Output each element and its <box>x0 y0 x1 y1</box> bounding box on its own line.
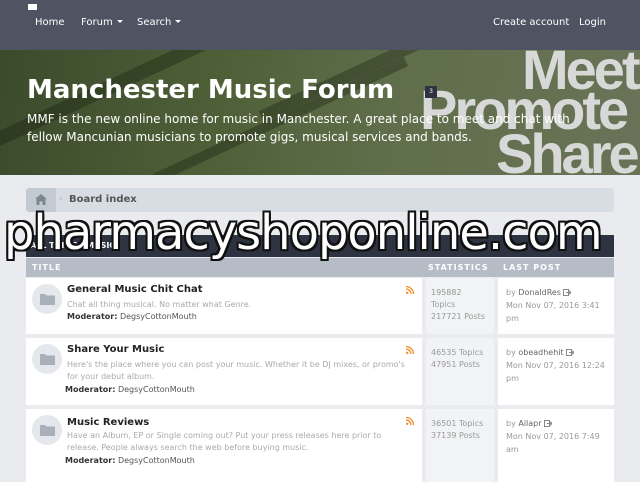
hero-banner: Meet Promote Share Manchester Music Foru… <box>0 50 640 175</box>
folder-icon <box>40 354 55 365</box>
column-last-post: LAST POST <box>503 263 562 272</box>
folder-icon <box>40 294 55 305</box>
caret-down-icon <box>175 20 182 23</box>
last-post-author: by DonaldRes <box>506 286 571 299</box>
last-post-author: by obeadhehit <box>506 346 574 359</box>
logo-icon[interactable] <box>28 4 37 10</box>
create-account-link[interactable]: Create account <box>493 17 569 28</box>
forum-row: General Music Chit Chat Chat all thing m… <box>26 278 614 334</box>
forum-description: Have an Album, EP or Single coming out? … <box>67 431 382 452</box>
topics-count: 195882 <box>431 288 462 297</box>
forum-main-cell: Music Reviews Have an Album, EP or Singl… <box>26 409 422 482</box>
moderator-link[interactable]: DegsyCottonMouth <box>118 456 195 465</box>
forum-row: Share Your Music Here's the place where … <box>26 338 614 405</box>
goto-last-post-icon[interactable] <box>543 420 552 427</box>
hero-badge: 3 <box>425 86 437 98</box>
top-navbar: Home Forum Search Create account Login <box>0 0 640 50</box>
nav-search-label: Search <box>137 17 172 28</box>
moderator-link[interactable]: DegsyCottonMouth <box>120 312 197 321</box>
moderator-label: Moderator: <box>65 385 116 394</box>
forum-title-link[interactable]: Music Reviews <box>67 417 149 428</box>
rss-feed-icon[interactable] <box>406 417 414 425</box>
nav-forum-label: Forum <box>81 17 113 28</box>
forum-title-link[interactable]: Share Your Music <box>67 344 164 355</box>
forum-read-icon <box>32 344 62 374</box>
topics-count: 36501 Topics <box>431 419 484 428</box>
moderator-label: Moderator: <box>65 456 116 465</box>
forum-description: Here's the place where you can post your… <box>67 360 405 381</box>
forum-read-icon <box>32 284 62 314</box>
posts-count: 37139 Posts <box>431 431 480 440</box>
forum-last-post-cell: by Ailapr Mon Nov 07, 2016 7:49 am <box>498 409 614 482</box>
forum-stats-cell: 36501 Topics 37139 Posts <box>426 409 494 482</box>
forum-moderator: Moderator: DegsyCottonMouth <box>65 456 195 465</box>
last-post-author: by Ailapr <box>506 417 552 430</box>
last-post-user-link[interactable]: Ailapr <box>518 419 541 428</box>
forum-moderator: Moderator: DegsyCottonMouth <box>67 312 197 321</box>
rss-feed-icon[interactable] <box>406 286 414 294</box>
forum-title-link[interactable]: General Music Chit Chat <box>67 284 202 295</box>
nav-forum-dropdown[interactable]: Forum <box>81 17 123 28</box>
column-statistics: STATISTICS <box>428 263 489 272</box>
home-icon <box>35 194 47 205</box>
topics-label: Topics <box>431 300 456 309</box>
forum-read-icon <box>32 415 62 445</box>
posts-count: 217721 Posts <box>431 312 485 321</box>
last-post-user-link[interactable]: DonaldRes <box>518 288 561 297</box>
moderator-label: Moderator: <box>67 312 118 321</box>
rss-feed-icon[interactable] <box>406 346 414 354</box>
watermark-text: pharmacyshoponline.com <box>4 205 603 261</box>
forum-description: Chat all thing musical. No matter what G… <box>67 300 252 309</box>
forum-main-cell: Share Your Music Here's the place where … <box>26 338 422 405</box>
topics-count: 46535 Topics <box>431 348 484 357</box>
caret-down-icon <box>116 20 123 23</box>
last-post-date: Mon Nov 07, 2016 7:49 am <box>506 432 600 454</box>
last-post-date: Mon Nov 07, 2016 12:24 pm <box>506 361 605 383</box>
forum-stats-cell: 195882 Topics 217721 Posts <box>426 278 494 334</box>
last-post-user-link[interactable]: obeadhehit <box>518 348 563 357</box>
goto-last-post-icon[interactable] <box>565 349 574 356</box>
nav-home[interactable]: Home <box>35 17 65 28</box>
nav-search-dropdown[interactable]: Search <box>137 17 182 28</box>
site-description: MMF is the new online home for music in … <box>27 112 570 144</box>
by-label: by <box>506 348 516 357</box>
login-link[interactable]: Login <box>579 17 606 28</box>
forum-moderator: Moderator: DegsyCottonMouth <box>65 385 195 394</box>
by-label: by <box>506 288 516 297</box>
last-post-date: Mon Nov 07, 2016 3:41 pm <box>506 301 600 323</box>
forum-row: Music Reviews Have an Album, EP or Singl… <box>26 409 614 482</box>
moderator-link[interactable]: DegsyCottonMouth <box>118 385 195 394</box>
forum-main-cell: General Music Chit Chat Chat all thing m… <box>26 278 422 334</box>
site-title[interactable]: Manchester Music Forum <box>27 75 394 105</box>
posts-count: 47951 Posts <box>431 360 480 369</box>
goto-last-post-icon[interactable] <box>562 289 571 296</box>
forum-last-post-cell: by obeadhehit Mon Nov 07, 2016 12:24 pm <box>498 338 614 405</box>
forum-stats-cell: 46535 Topics 47951 Posts <box>426 338 494 405</box>
chevron-right-icon: › <box>59 194 63 204</box>
by-label: by <box>506 419 516 428</box>
folder-icon <box>40 425 55 436</box>
column-title: TITLE <box>32 263 62 272</box>
breadcrumb-board-index[interactable]: Board index <box>69 194 137 205</box>
forum-last-post-cell: by DonaldRes Mon Nov 07, 2016 3:41 pm <box>498 278 614 334</box>
